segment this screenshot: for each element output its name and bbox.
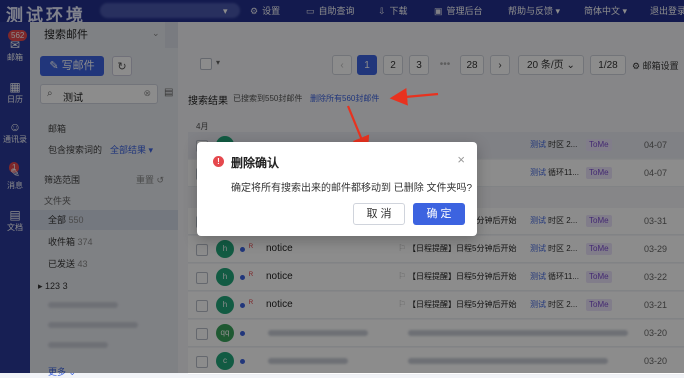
- dialog-title: 删除确认: [231, 156, 280, 170]
- close-icon[interactable]: ×: [457, 152, 465, 167]
- arrow-to-delete-link: [389, 88, 439, 106]
- warning-icon: !: [213, 156, 224, 167]
- confirm-button[interactable]: 确 定: [413, 203, 465, 225]
- cancel-button[interactable]: 取 消: [353, 203, 405, 225]
- dialog-message: 确定将所有搜索出来的邮件都移动到 已删除 文件夹吗?: [231, 183, 473, 194]
- delete-confirm-dialog: ! 删除确认 × 确定将所有搜索出来的邮件都移动到 已删除 文件夹吗? 取 消 …: [197, 142, 477, 236]
